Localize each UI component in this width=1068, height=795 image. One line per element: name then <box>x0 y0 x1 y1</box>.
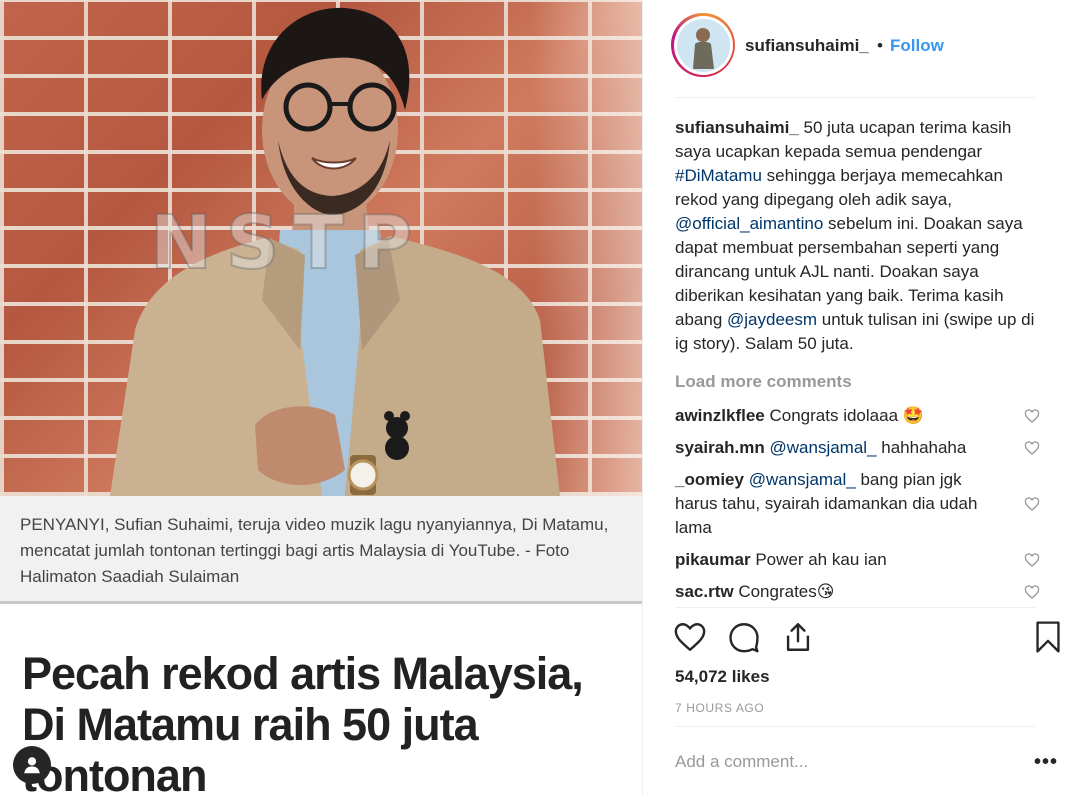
post-image[interactable]: NSTP PENYANYI, Sufian Suhaimi, teruja vi… <box>0 0 642 795</box>
comment-username[interactable]: pikaumar <box>675 550 751 569</box>
caption-hashtag[interactable]: #DiMatamu <box>675 166 762 185</box>
heart-icon[interactable] <box>1024 440 1040 456</box>
comment-text: hahhahaha <box>876 438 967 457</box>
header-username[interactable]: sufiansuhaimi_ <box>745 36 869 56</box>
comment-item: awinzlkflee Congrats idolaaa 🤩 <box>675 404 1045 428</box>
comment-item: _oomiey @wansjamal_ bang pian jgk harus … <box>675 468 1045 540</box>
post-photo: NSTP <box>0 0 642 496</box>
comment-username[interactable]: awinzlkflee <box>675 406 765 425</box>
article-headline: Pecah rekod artis Malaysia, Di Matamu ra… <box>22 648 584 795</box>
heart-icon[interactable] <box>1024 584 1040 600</box>
bookmark-icon[interactable] <box>1032 620 1064 654</box>
avatar[interactable] <box>671 13 735 77</box>
comment-text: Power ah kau ian <box>750 550 887 569</box>
profile-icon[interactable] <box>13 746 51 784</box>
heart-icon[interactable] <box>1024 496 1040 512</box>
comment-item: syairah.mn @wansjamal_ hahhahaha <box>675 436 1045 460</box>
caption-mention[interactable]: @jaydeesm <box>727 310 817 329</box>
post-timestamp[interactable]: 7 HOURS AGO <box>675 701 764 715</box>
share-icon[interactable] <box>781 620 815 654</box>
comment-text: Congrats idolaaa 🤩 <box>764 406 924 425</box>
nstp-watermark: NSTP <box>149 199 426 287</box>
comment-username[interactable]: sac.rtw <box>675 582 734 601</box>
comment-item: pikaumar Power ah kau ian <box>675 548 1045 572</box>
photo-caption: PENYANYI, Sufian Suhaimi, teruja video m… <box>20 515 609 586</box>
comment-text: Congrates😘 <box>733 582 835 601</box>
follow-button[interactable]: Follow <box>890 36 944 56</box>
likes-count[interactable]: 54,072 likes <box>675 667 770 687</box>
add-comment-divider <box>675 726 1035 727</box>
caption-mention[interactable]: @official_aimantino <box>675 214 823 233</box>
heart-icon[interactable] <box>673 620 707 654</box>
post-sidebar: sufiansuhaimi_ • Follow sufiansuhaimi_ 5… <box>642 0 1068 795</box>
post-header: sufiansuhaimi_ • Follow <box>642 0 1068 97</box>
load-more-comments-button[interactable]: Load more comments <box>675 370 1045 394</box>
comment-mention[interactable]: @wansjamal_ <box>770 438 877 457</box>
photo-caption-box: PENYANYI, Sufian Suhaimi, teruja video m… <box>0 496 642 604</box>
heart-icon[interactable] <box>1024 552 1040 568</box>
comment-username[interactable]: _oomiey <box>675 470 744 489</box>
header-separator: • <box>877 36 883 55</box>
comment-username[interactable]: syairah.mn <box>675 438 765 457</box>
comment-mention[interactable]: @wansjamal_ <box>749 470 856 489</box>
add-comment-input[interactable] <box>675 752 1015 772</box>
heart-icon[interactable] <box>1024 408 1040 424</box>
actions-divider <box>675 607 1035 608</box>
caption-username[interactable]: sufiansuhaimi_ <box>675 118 799 137</box>
comment-icon[interactable] <box>727 620 761 654</box>
comment-item: sac.rtw Congrates😘 <box>675 580 1045 604</box>
more-options-icon[interactable]: ••• <box>1034 752 1058 772</box>
post-caption: sufiansuhaimi_ 50 juta ucapan terima kas… <box>675 116 1045 356</box>
header-divider <box>675 97 1035 98</box>
comments-list: sufiansuhaimi_ 50 juta ucapan terima kas… <box>675 116 1045 604</box>
